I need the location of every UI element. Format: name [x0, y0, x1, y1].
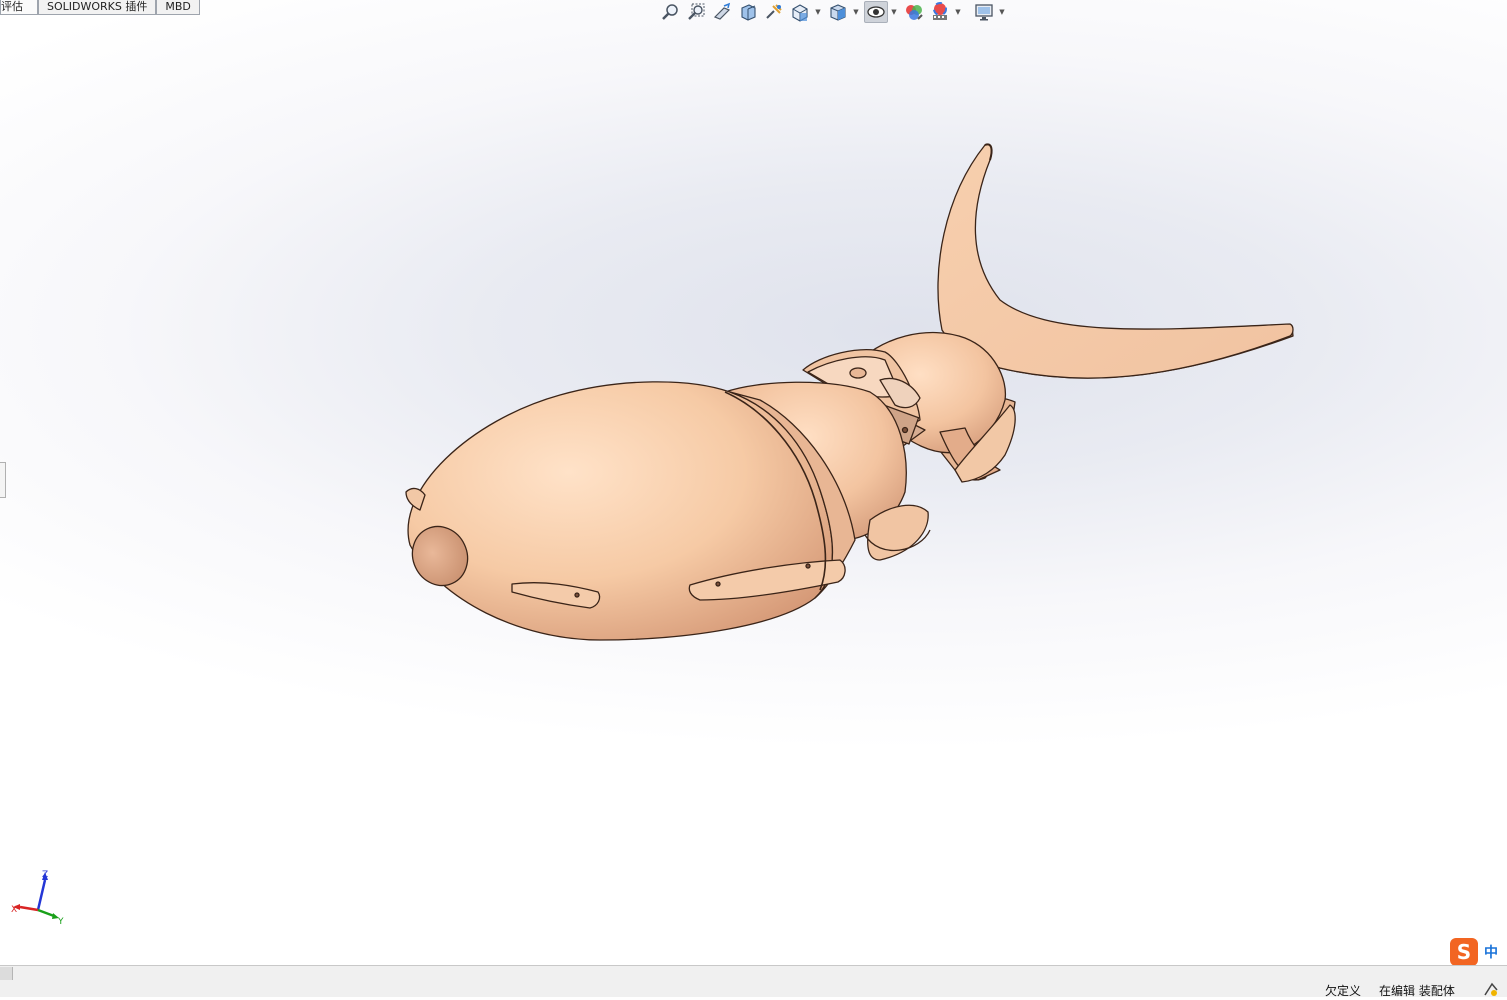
triad-z-label: Z [42, 870, 48, 880]
flyout-tree-handle[interactable] [0, 462, 6, 498]
status-bar: 欠定义 在编辑 装配体 [0, 981, 1507, 1000]
tab-evaluate[interactable]: 评估 [0, 0, 38, 15]
ime-mode-label[interactable]: 中 [1484, 942, 1498, 962]
status-definition: 欠定义 [1325, 984, 1362, 998]
triad-x-label: X [11, 905, 17, 915]
display-style-icon[interactable] [826, 1, 850, 23]
zoom-to-fit-icon[interactable] [658, 1, 682, 23]
rebuild-status-icon[interactable] [1482, 981, 1500, 1000]
triad-y-label: Y [57, 917, 64, 927]
horizontal-scrollbar[interactable] [0, 965, 1507, 981]
display-style-dropdown[interactable]: ▼ [852, 1, 860, 23]
view-setting-icon[interactable] [972, 1, 996, 23]
view-orientation-dropdown[interactable]: ▼ [814, 1, 822, 23]
ime-indicator[interactable]: S 中 [1450, 938, 1507, 965]
sogou-logo-icon[interactable]: S [1450, 938, 1478, 965]
edit-appearance-icon[interactable] [902, 1, 926, 23]
dynamic-annotation-icon[interactable] [762, 1, 786, 23]
section-view-icon[interactable] [736, 1, 760, 23]
zoom-to-area-icon[interactable] [684, 1, 708, 23]
hide-show-items-icon[interactable] [864, 1, 888, 23]
robotic-fish-assembly-model[interactable] [0, 0, 1507, 965]
command-manager-tabs: 评估 SOLIDWORKS 插件 MBD [0, 0, 200, 16]
tab-mbd[interactable]: MBD [156, 0, 200, 15]
hide-show-items-dropdown[interactable]: ▼ [890, 1, 898, 23]
apply-scene-icon[interactable] [928, 1, 952, 23]
heads-up-view-toolbar: ▼ ▼ ▼ ▼ ▼ [658, 1, 1010, 23]
status-editing: 在编辑 装配体 [1379, 984, 1455, 998]
view-setting-dropdown[interactable]: ▼ [998, 1, 1006, 23]
previous-view-icon[interactable] [710, 1, 734, 23]
scrollbar-thumb[interactable] [0, 967, 13, 980]
graphics-area[interactable]: 评估 SOLIDWORKS 插件 MBD ▼ ▼ ▼ ▼ ▼ Z X Y S 中 [0, 0, 1507, 965]
tab-solidworks-addins[interactable]: SOLIDWORKS 插件 [38, 0, 157, 15]
head-shell [405, 381, 856, 641]
caudal-fin [937, 143, 1294, 379]
view-orientation-icon[interactable] [788, 1, 812, 23]
coordinate-triad: Z X Y [11, 870, 64, 927]
apply-scene-dropdown[interactable]: ▼ [954, 1, 962, 23]
